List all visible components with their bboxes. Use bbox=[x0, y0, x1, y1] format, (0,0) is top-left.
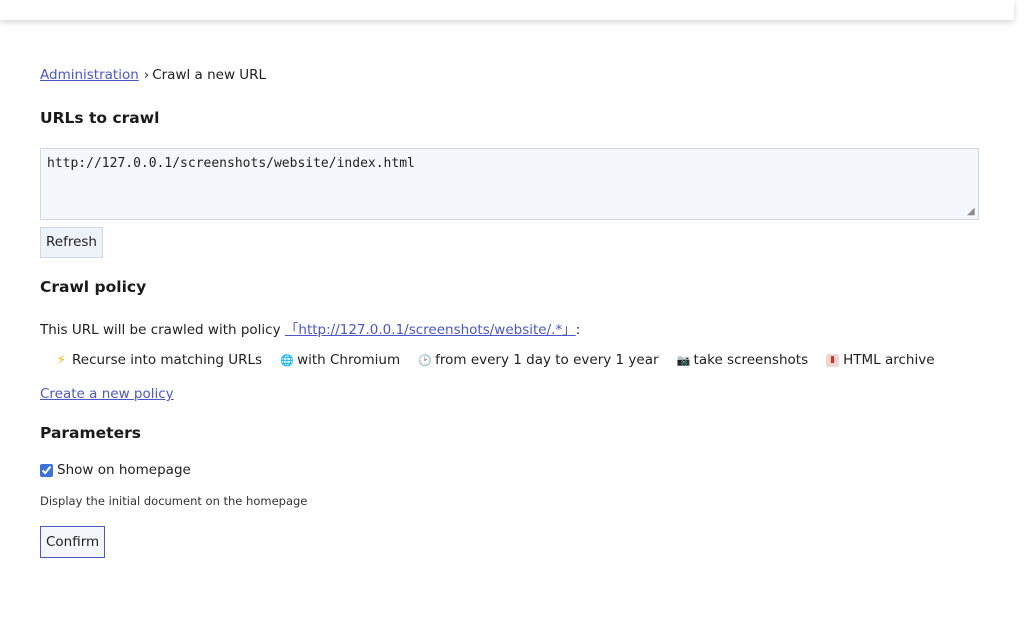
policy-item-label: with Chromium bbox=[297, 352, 401, 368]
policy-item-label: take screenshots bbox=[693, 352, 809, 368]
camera-icon: 📷 bbox=[676, 353, 691, 367]
resize-handle-icon[interactable]: ◢ bbox=[967, 207, 977, 217]
show-on-homepage-row[interactable]: Show on homepage bbox=[40, 462, 191, 478]
clock-icon: 🕑 bbox=[418, 353, 432, 367]
policy-item-frequency: 🕑 from every 1 day to every 1 year bbox=[418, 352, 658, 368]
policy-item-recurse: ⚡ Recurse into matching URLs bbox=[55, 352, 262, 368]
policy-intro-text: This URL will be crawled with policy bbox=[40, 322, 281, 338]
show-on-homepage-label: Show on homepage bbox=[57, 462, 191, 478]
refresh-button[interactable]: Refresh bbox=[40, 227, 103, 258]
crawl-policy-heading: Crawl policy bbox=[40, 278, 147, 296]
parameters-heading: Parameters bbox=[40, 424, 141, 442]
policy-item-screenshots: 📷 take screenshots bbox=[677, 352, 809, 368]
show-on-homepage-help: Display the initial document on the home… bbox=[40, 494, 308, 508]
archive-icon: ▮ bbox=[826, 353, 840, 367]
show-on-homepage-checkbox[interactable] bbox=[40, 463, 53, 477]
policy-summary-list: ⚡ Recurse into matching URLs 🌐 with Chro… bbox=[55, 352, 935, 368]
policy-item-browser: 🌐 with Chromium bbox=[280, 352, 400, 368]
confirm-button[interactable]: Confirm bbox=[40, 526, 106, 558]
policy-item-label: HTML archive bbox=[843, 352, 935, 368]
create-policy-link[interactable]: Create a new policy bbox=[40, 386, 174, 402]
policy-item-label: from every 1 day to every 1 year bbox=[435, 352, 659, 368]
globe-icon: 🌐 bbox=[280, 353, 294, 367]
urls-textarea[interactable] bbox=[40, 148, 979, 220]
breadcrumb-current: Crawl a new URL bbox=[152, 67, 267, 83]
top-navbar bbox=[0, 0, 1014, 20]
breadcrumb-administration-link[interactable]: Administration bbox=[40, 67, 139, 83]
breadcrumb-separator: › bbox=[143, 67, 150, 83]
policy-link[interactable]: 「http://127.0.0.1/screenshots/website/.*… bbox=[285, 322, 576, 338]
breadcrumb: Administration › Crawl a new URL bbox=[40, 67, 266, 83]
policy-description: This URL will be crawled with policy 「ht… bbox=[40, 318, 580, 338]
policy-item-label: Recurse into matching URLs bbox=[72, 352, 263, 368]
policy-colon: : bbox=[575, 322, 581, 338]
urls-heading: URLs to crawl bbox=[40, 109, 160, 127]
lightning-icon: ⚡ bbox=[56, 352, 67, 368]
policy-item-archive: ▮ HTML archive bbox=[826, 352, 935, 368]
